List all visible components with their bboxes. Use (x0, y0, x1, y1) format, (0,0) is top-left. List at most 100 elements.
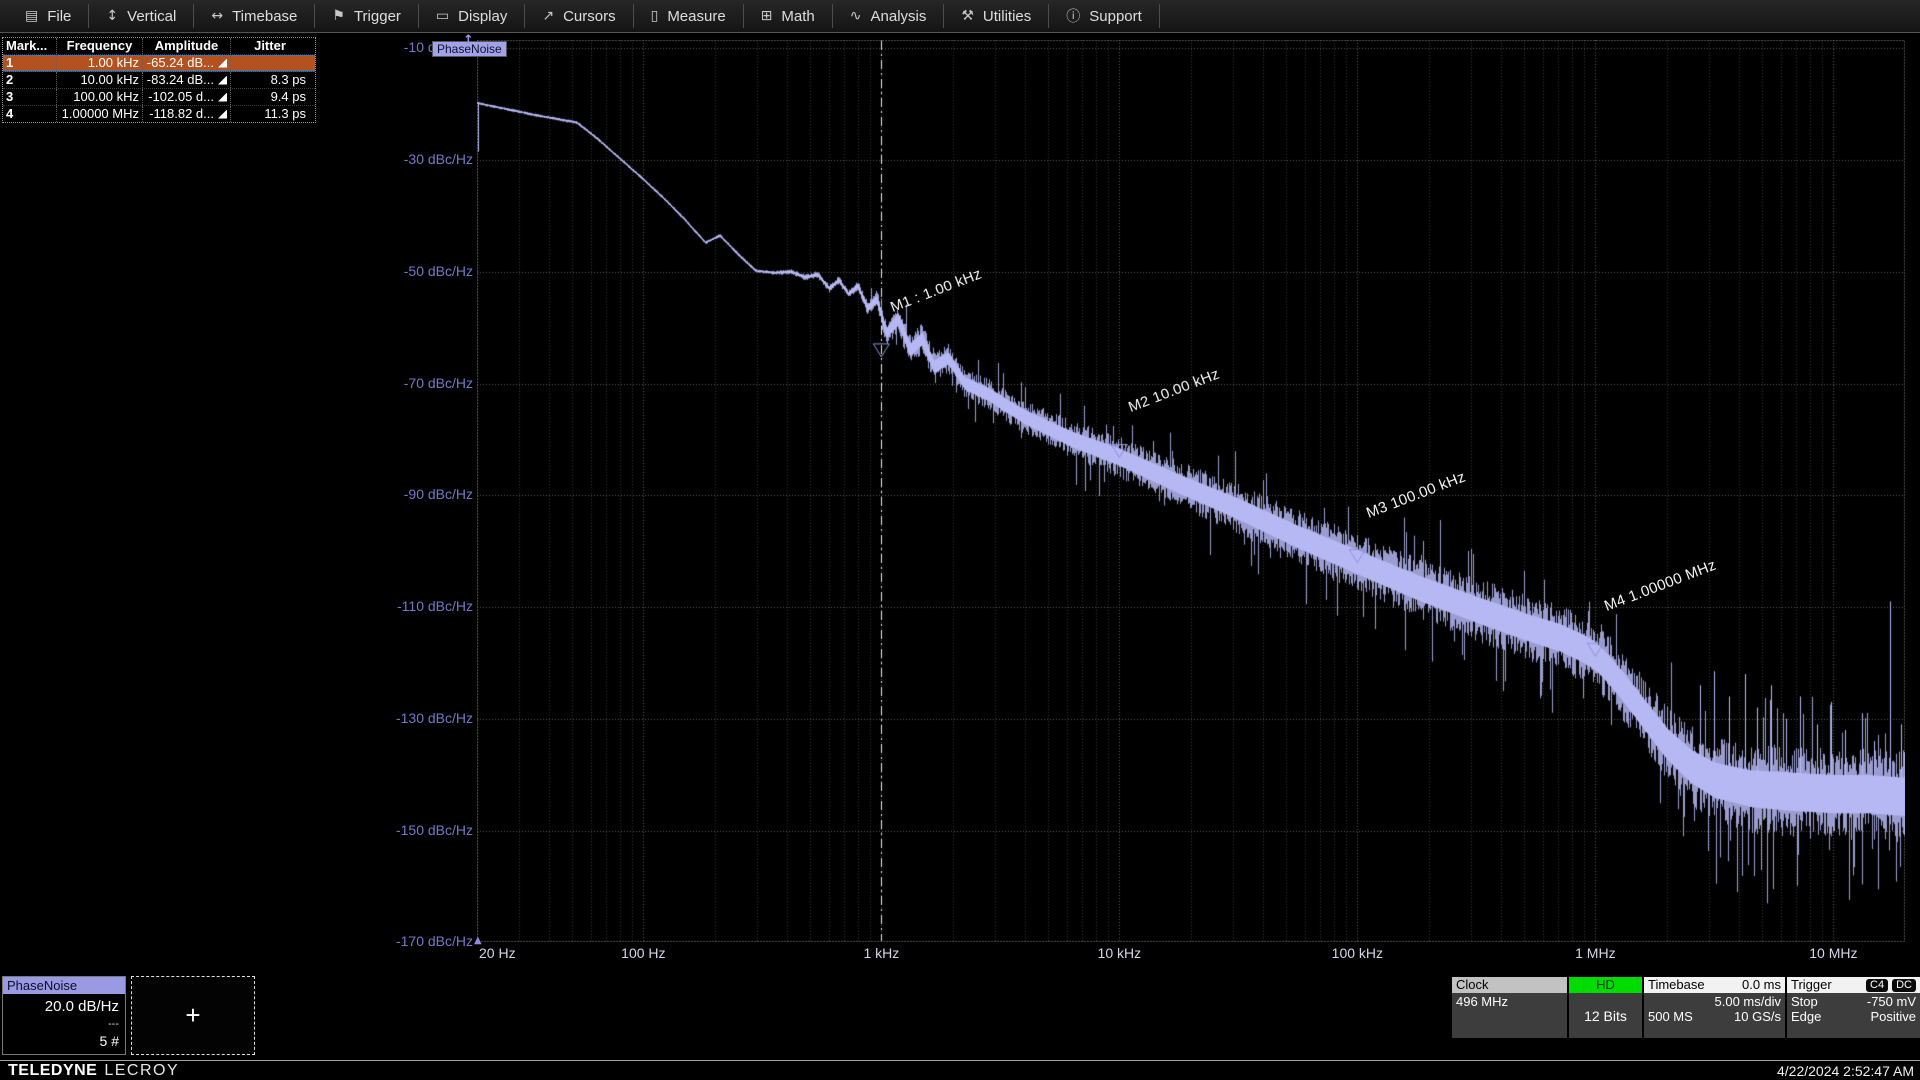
x-tick-label: 10 MHz (1809, 945, 1857, 961)
trigger-slope: Positive (1870, 1009, 1916, 1024)
expand-triangle-icon[interactable] (218, 110, 227, 119)
column-header[interactable]: Amplitude (143, 38, 231, 54)
marker-table-row-3[interactable]: 3100.00 kHz-102.05 d...9.4 ps (3, 89, 315, 106)
trace-up-arrow-icon: ↑ (463, 33, 474, 48)
expand-triangle-icon[interactable] (218, 76, 227, 85)
brand-teledyne: TELEDYNE (8, 1062, 97, 1079)
marker-table-row-1[interactable]: 11.00 kHz-65.24 dB... (3, 55, 315, 72)
column-header[interactable]: Jitter (231, 38, 309, 54)
marker-table: Mark...FrequencyAmplitudeJitter11.00 kHz… (2, 37, 316, 123)
hd-bits: 12 Bits (1584, 1008, 1627, 1024)
trigger-source-badge: C4 (1866, 979, 1888, 992)
marker-amplitude: -83.24 dB... (147, 72, 214, 88)
marker-amplitude-cell: -83.24 dB... (143, 72, 231, 88)
clock-frequency: 496 MHz (1456, 994, 1563, 1009)
trigger-level: -750 mV (1867, 994, 1916, 1009)
add-trace-button[interactable]: + (131, 976, 255, 1055)
marker-table-row-4[interactable]: 41.00000 MHz-118.82 d...11.3 ps (3, 106, 315, 122)
menu-item-math[interactable]: ⊞ Math (744, 0, 832, 32)
marker-number: 3 (3, 89, 57, 105)
cursor-arrow-icon: ↗ (542, 8, 554, 24)
menu-bar: ▤ File ↕Vertical ↔ Timebase ⚑Trigger ▭ Display ↗… (0, 0, 1920, 33)
column-header[interactable]: Frequency (57, 38, 143, 54)
marker-table-row-2[interactable]: 210.00 kHz-83.24 dB...8.3 ps (3, 72, 315, 89)
marker-frequency: 10.00 kHz (57, 72, 143, 88)
ruler-icon: ▯ (651, 8, 659, 24)
menu-item-label: File (47, 8, 71, 25)
menu-item-display[interactable]: ▭ Display (419, 0, 524, 32)
column-header[interactable]: Mark... (3, 38, 57, 54)
menu-item-timebase[interactable]: ↔ Timebase (194, 0, 314, 32)
menu-item-vertical[interactable]: ↕Vertical (89, 0, 193, 32)
x-tick-label: 100 kHz (1332, 945, 1383, 961)
y-tick-label: -130 dBc/Hz (323, 710, 473, 726)
y-tick-label: -150 dBc/Hz (323, 822, 473, 838)
phase-noise-plot[interactable] (477, 40, 1905, 942)
x-tick-label: 10 kHz (1098, 945, 1142, 961)
menu-item-label: Math (781, 8, 814, 25)
timebase-offset: 0.0 ms (1742, 977, 1781, 993)
marker-number: 4 (3, 106, 57, 122)
trigger-status-title: Trigger (1791, 977, 1832, 993)
menu-item-label: Cursors (563, 8, 616, 25)
trace-descriptor-title: PhaseNoise (3, 977, 125, 994)
marker-number: 2 (3, 72, 57, 88)
menu-item-cursors[interactable]: ↗ Cursors (525, 0, 632, 32)
expand-triangle-icon[interactable] (218, 59, 227, 68)
axis-start-marker-icon: ▲ (474, 935, 482, 946)
display-monitor-icon: ▭ (436, 8, 449, 24)
trace-offset: --- (3, 1015, 125, 1030)
trigger-mode: Stop (1791, 994, 1818, 1009)
marker-number: 1 (3, 55, 57, 71)
x-tick-label: 100 Hz (621, 945, 665, 961)
marker-amplitude: -65.24 dB... (147, 55, 214, 71)
expand-triangle-icon[interactable] (218, 93, 227, 102)
marker-amplitude: -102.05 d... (148, 89, 214, 105)
timebase-samples: 500 MS (1648, 1009, 1693, 1024)
menu-item-label: Analysis (871, 8, 927, 25)
hd-status-title: HD (1569, 977, 1642, 993)
menu-item-trigger[interactable]: ⚑Trigger (315, 0, 418, 32)
marker-jitter (231, 55, 309, 71)
marker-amplitude-cell: -102.05 d... (143, 89, 231, 105)
trace-vertical-scale: 20.0 dB/Hz (3, 994, 125, 1015)
marker-frequency: 1.00000 MHz (57, 106, 143, 122)
y-tick-label: -110 dBc/Hz (323, 598, 473, 614)
x-tick-label: 1 MHz (1575, 945, 1615, 961)
trace-descriptor-phasenoise[interactable]: PhaseNoise 20.0 dB/Hz --- 5 # (2, 976, 126, 1055)
timebase-sample-rate: 10 GS/s (1734, 1009, 1781, 1024)
calculator-icon: ⊞ (761, 8, 773, 24)
trigger-type: Edge (1791, 1009, 1821, 1024)
timebase-status-box[interactable]: Timebase 0.0 ms 5.00 ms/div 500 MS 10 GS… (1644, 977, 1785, 1038)
file-icon: ▤ (25, 8, 38, 24)
waveform-chart-icon: ∿ (850, 8, 862, 24)
horizontal-arrows-icon: ↔ (211, 8, 223, 24)
menu-separator (1159, 4, 1160, 28)
trigger-flag-icon: ⚑ (332, 8, 345, 24)
menu-item-measure[interactable]: ▯Measure (634, 0, 743, 32)
menu-item-label: Timebase (232, 8, 297, 25)
info-icon: ⓘ (1066, 6, 1080, 26)
hd-status-box[interactable]: HD 12 Bits (1569, 977, 1642, 1038)
marker-amplitude-cell: -118.82 d... (143, 106, 231, 122)
x-tick-label: 1 kHz (863, 945, 899, 961)
plus-icon: + (185, 1000, 200, 1031)
trigger-status-box[interactable]: Trigger C4 DC Stop -750 mV Edge Positive (1787, 977, 1920, 1038)
y-tick-label: -70 dBc/Hz (323, 375, 473, 391)
timebase-status-title: Timebase (1648, 977, 1705, 993)
teledyne-lecroy-logo: TELEDYNE LECROY (8, 1062, 179, 1080)
menu-item-label: Display (458, 8, 507, 25)
clock-status-box[interactable]: Clock 496 MHz (1452, 977, 1567, 1038)
y-tick-label: -50 dBc/Hz (323, 263, 473, 279)
clock-status-title: Clock (1452, 977, 1567, 993)
brand-lecroy: LECROY (104, 1062, 179, 1079)
vertical-arrows-icon: ↕ (106, 8, 118, 24)
menu-item-support[interactable]: ⓘ Support (1049, 0, 1159, 32)
menu-item-analysis[interactable]: ∿ Analysis (833, 0, 944, 32)
y-tick-label: -90 dBc/Hz (323, 486, 473, 502)
menu-item-label: Utilities (983, 8, 1031, 25)
menu-item-file[interactable]: ▤ File (8, 0, 88, 32)
marker-amplitude: -118.82 d... (149, 106, 214, 122)
menu-item-label: Support (1089, 8, 1142, 25)
menu-item-utilities[interactable]: ⚒Utilities (944, 0, 1048, 32)
